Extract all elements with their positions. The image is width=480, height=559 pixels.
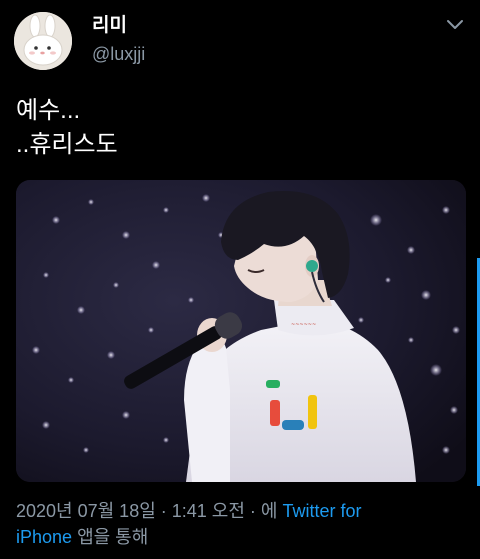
user-handle[interactable]: @luxjji [92, 41, 145, 67]
tweet-meta: 2020년 07월 18일 · 1:41 오전 · 에 Twitter for i… [16, 498, 456, 550]
chevron-down-icon[interactable] [446, 18, 464, 32]
tweet-text-line: 예수... [16, 97, 81, 124]
tweet-photo[interactable]: ~~~~~~ [16, 180, 466, 482]
display-name[interactable]: 리미 [92, 14, 145, 38]
user-names: 리미 @luxjji [92, 14, 145, 67]
via-suffix: 앱을 통해 [72, 527, 149, 547]
source-link-cont[interactable]: iPhone [16, 527, 72, 547]
tweet-text-line: ..휴리스도 [16, 131, 118, 158]
svg-text:~~~~~~: ~~~~~~ [291, 322, 316, 328]
tweet-detail: 리미 @luxjji 예수... ..휴리스도 ~~~~~~ 2020년 07월… [0, 0, 480, 559]
bunny-avatar-icon [14, 12, 72, 70]
tweet-text: 예수... ..휴리스도 [16, 94, 118, 162]
concert-photo: ~~~~~~ [16, 180, 466, 482]
via-prefix: 에 [260, 501, 283, 521]
avatar[interactable] [14, 12, 72, 70]
timestamp[interactable]: 2020년 07월 18일 · 1:41 오전 · [16, 501, 261, 521]
tweet-header: 리미 @luxjji [14, 10, 466, 70]
source-link[interactable]: Twitter for [282, 501, 361, 521]
